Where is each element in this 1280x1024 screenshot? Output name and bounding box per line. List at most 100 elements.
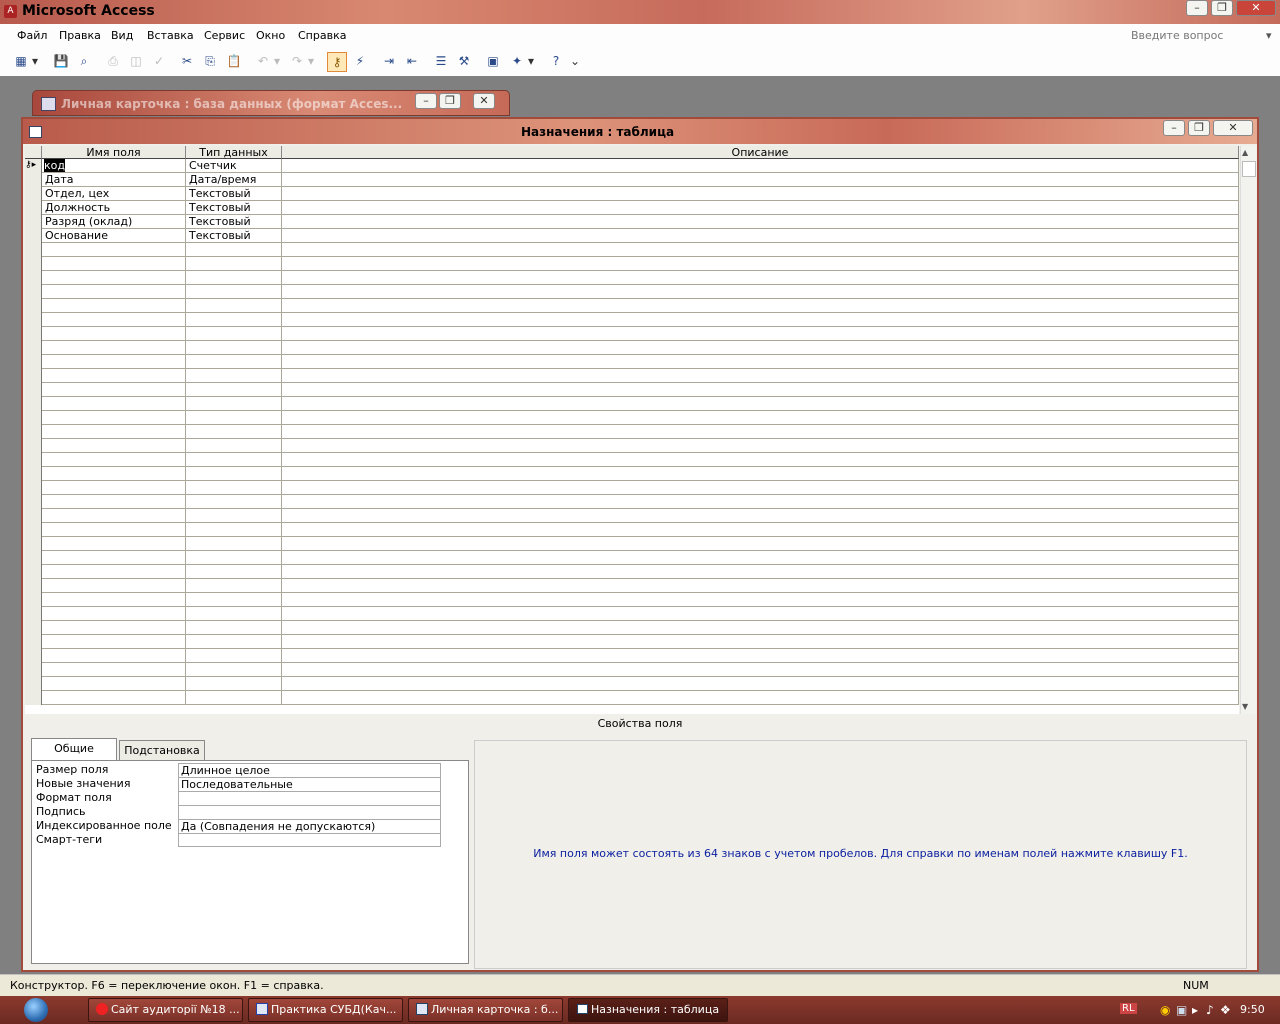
description-cell[interactable] bbox=[282, 299, 1239, 313]
field-name-cell[interactable] bbox=[42, 565, 186, 579]
field-name-cell[interactable] bbox=[42, 621, 186, 635]
row-selector[interactable] bbox=[25, 285, 42, 299]
data-type-cell[interactable] bbox=[186, 523, 282, 537]
description-cell[interactable] bbox=[282, 677, 1239, 691]
field-name-cell[interactable] bbox=[42, 481, 186, 495]
field-name-cell[interactable] bbox=[42, 327, 186, 341]
new-object-icon[interactable]: ✦ bbox=[508, 52, 526, 70]
redo-icon[interactable]: ↷ bbox=[288, 52, 306, 70]
table-row[interactable] bbox=[25, 453, 1239, 467]
description-cell[interactable] bbox=[282, 285, 1239, 299]
field-design-grid[interactable]: Имя поля Тип данных Описание ⚷▸ код Счетчи… bbox=[25, 146, 1239, 714]
taskbar-item-table[interactable]: Назначения : таблица bbox=[568, 998, 728, 1022]
row-selector[interactable] bbox=[25, 201, 42, 215]
table-row[interactable] bbox=[25, 677, 1239, 691]
description-cell[interactable] bbox=[282, 201, 1239, 215]
row-selector[interactable] bbox=[25, 187, 42, 201]
scroll-up-icon[interactable]: ▲ bbox=[1242, 148, 1248, 157]
redo-dropdown-icon[interactable]: ▾ bbox=[306, 52, 316, 70]
description-cell[interactable] bbox=[282, 383, 1239, 397]
row-selector[interactable] bbox=[25, 369, 42, 383]
properties-icon[interactable]: ☰ bbox=[432, 52, 450, 70]
description-cell[interactable] bbox=[282, 411, 1239, 425]
table-row[interactable] bbox=[25, 313, 1239, 327]
row-selector[interactable] bbox=[25, 649, 42, 663]
row-selector[interactable] bbox=[25, 397, 42, 411]
description-cell[interactable] bbox=[282, 593, 1239, 607]
table-row[interactable] bbox=[25, 257, 1239, 271]
data-type-cell[interactable] bbox=[186, 439, 282, 453]
row-selector[interactable] bbox=[25, 467, 42, 481]
description-cell[interactable] bbox=[282, 271, 1239, 285]
data-type-cell[interactable] bbox=[186, 355, 282, 369]
field-name-cell[interactable] bbox=[42, 397, 186, 411]
table-row[interactable] bbox=[25, 495, 1239, 509]
copy-icon[interactable]: ⎘ bbox=[201, 52, 219, 70]
table-row[interactable] bbox=[25, 509, 1239, 523]
view-dropdown-icon[interactable]: ▾ bbox=[30, 52, 40, 70]
table-close-button[interactable]: ✕ bbox=[1213, 120, 1253, 136]
field-name-cell[interactable]: Должность bbox=[42, 201, 186, 215]
row-selector[interactable] bbox=[25, 621, 42, 635]
table-row[interactable] bbox=[25, 663, 1239, 677]
table-row[interactable] bbox=[25, 299, 1239, 313]
language-indicator[interactable]: RL bbox=[1120, 1003, 1137, 1014]
data-type-cell[interactable] bbox=[186, 383, 282, 397]
data-type-cell[interactable] bbox=[186, 677, 282, 691]
view-icon[interactable]: ▦ bbox=[12, 52, 30, 70]
description-cell[interactable] bbox=[282, 243, 1239, 257]
field-name-cell[interactable] bbox=[42, 551, 186, 565]
table-row[interactable] bbox=[25, 327, 1239, 341]
row-selector[interactable] bbox=[25, 411, 42, 425]
row-selector[interactable] bbox=[25, 663, 42, 677]
data-type-cell[interactable] bbox=[186, 551, 282, 565]
volume-icon[interactable]: ♪ bbox=[1206, 1003, 1214, 1017]
description-cell[interactable] bbox=[282, 173, 1239, 187]
row-selector[interactable] bbox=[25, 313, 42, 327]
print-icon[interactable]: ⎙ bbox=[104, 52, 122, 70]
save-icon[interactable]: 💾 bbox=[52, 52, 70, 70]
row-selector[interactable] bbox=[25, 173, 42, 187]
property-value[interactable]: Последовательные bbox=[178, 777, 441, 791]
description-cell[interactable] bbox=[282, 663, 1239, 677]
field-name-cell[interactable]: Дата bbox=[42, 173, 186, 187]
field-name-cell[interactable]: Разряд (оклад) bbox=[42, 215, 186, 229]
tray-app-icon[interactable]: ◉ bbox=[1160, 1003, 1170, 1017]
menu-window[interactable]: Окно bbox=[256, 29, 285, 42]
description-cell[interactable] bbox=[282, 509, 1239, 523]
property-value[interactable]: Да (Совпадения не допускаются) bbox=[178, 819, 441, 833]
paste-icon[interactable]: 📋 bbox=[225, 52, 243, 70]
restore-button[interactable]: ❐ bbox=[1211, 0, 1233, 16]
data-type-cell[interactable] bbox=[186, 565, 282, 579]
data-type-cell[interactable] bbox=[186, 243, 282, 257]
data-type-cell[interactable] bbox=[186, 299, 282, 313]
table-row[interactable]: Должность Текстовый bbox=[25, 201, 1239, 215]
row-selector[interactable] bbox=[25, 229, 42, 243]
description-cell[interactable] bbox=[282, 495, 1239, 509]
data-type-cell[interactable] bbox=[186, 691, 282, 705]
description-cell[interactable] bbox=[282, 481, 1239, 495]
description-cell[interactable] bbox=[282, 635, 1239, 649]
clock[interactable]: 9:50 bbox=[1240, 1003, 1265, 1016]
row-selector[interactable] bbox=[25, 495, 42, 509]
field-name-cell[interactable] bbox=[42, 691, 186, 705]
data-type-cell[interactable]: Текстовый bbox=[186, 201, 282, 215]
field-name-cell[interactable]: Отдел, цех bbox=[42, 187, 186, 201]
data-type-cell[interactable] bbox=[186, 271, 282, 285]
data-type-cell[interactable] bbox=[186, 663, 282, 677]
data-type-cell[interactable] bbox=[186, 579, 282, 593]
ask-question-box[interactable]: Введите вопрос bbox=[1131, 29, 1223, 42]
primary-key-icon[interactable]: ⚷ bbox=[327, 52, 347, 72]
table-row[interactable] bbox=[25, 607, 1239, 621]
minimize-button[interactable]: – bbox=[1186, 0, 1208, 16]
primary-key-row-selector[interactable]: ⚷▸ bbox=[25, 159, 42, 173]
grid-vertical-scrollbar[interactable]: ▲ ▼ bbox=[1240, 146, 1256, 714]
data-type-cell[interactable] bbox=[186, 467, 282, 481]
data-type-cell[interactable] bbox=[186, 327, 282, 341]
close-button[interactable]: ✕ bbox=[1236, 0, 1276, 16]
spelling-icon[interactable]: ✓ bbox=[150, 52, 168, 70]
data-type-cell[interactable] bbox=[186, 425, 282, 439]
table-row[interactable] bbox=[25, 551, 1239, 565]
field-name-cell[interactable] bbox=[42, 509, 186, 523]
table-row[interactable] bbox=[25, 621, 1239, 635]
